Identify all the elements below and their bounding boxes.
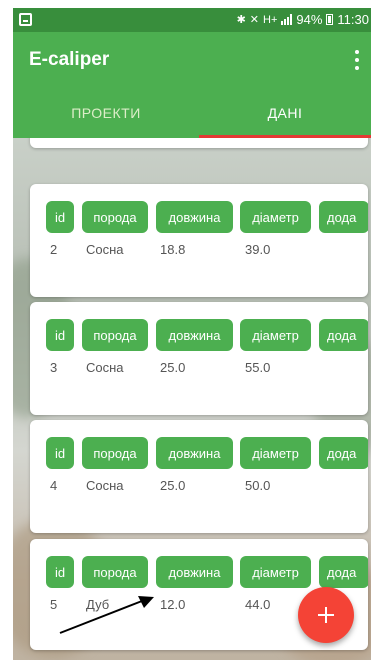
chip-species: порода <box>82 201 148 233</box>
tab-data[interactable]: ДАНІ <box>199 88 371 138</box>
bluetooth-icon: ✱ <box>236 14 246 26</box>
chip-extra: дода <box>319 556 368 588</box>
chip-species: порода <box>82 437 148 469</box>
value-diameter: 44.0 <box>245 597 271 612</box>
chip-extra: дода <box>319 201 368 233</box>
chip-extra: дода <box>319 319 368 351</box>
clock: 11:30 <box>337 12 369 27</box>
chip-extra: дода <box>319 437 368 469</box>
value-species: Сосна <box>86 242 124 257</box>
network-type: H+ <box>263 13 278 26</box>
value-id: 5 <box>50 597 58 612</box>
value-id: 3 <box>50 360 58 375</box>
value-length: 25.0 <box>160 360 186 375</box>
value-diameter: 50.0 <box>245 478 271 493</box>
value-id: 2 <box>50 242 58 257</box>
chip-length: довжина <box>156 201 233 233</box>
signal-icon <box>281 14 293 25</box>
value-diameter: 55.0 <box>245 360 271 375</box>
chip-species: порода <box>82 556 148 588</box>
value-id: 4 <box>50 478 58 493</box>
value-species: Сосна <box>86 360 124 375</box>
list-item[interactable]: id порода довжина діаметр дода 2 Сосна 1… <box>30 184 368 297</box>
value-species: Сосна <box>86 478 124 493</box>
chip-length: довжина <box>156 556 233 588</box>
battery-icon <box>326 14 334 25</box>
data-list[interactable]: id порода довжина діаметр дода 2 Сосна 1… <box>13 138 371 660</box>
value-length: 12.0 <box>160 597 186 612</box>
chip-length: довжина <box>156 319 233 351</box>
chip-diameter: діаметр <box>240 319 311 351</box>
chip-id: id <box>46 319 74 351</box>
phone-screen: ✱ ✕ H+ 94% 11:30 E-caliper ПРОЕКТИ ДАНІ … <box>13 8 371 660</box>
row-values: 3 Сосна 25.0 55.0 <box>30 360 368 378</box>
chip-id: id <box>46 201 74 233</box>
notification-icon <box>19 13 32 26</box>
value-length: 18.8 <box>160 242 186 257</box>
chip-length: довжина <box>156 437 233 469</box>
more-vert-icon[interactable] <box>351 50 363 70</box>
status-bar: ✱ ✕ H+ 94% 11:30 <box>13 8 371 32</box>
chip-diameter: діаметр <box>240 556 311 588</box>
app-title: E-caliper <box>29 49 110 70</box>
chip-id: id <box>46 437 74 469</box>
mute-icon: ✕ <box>249 14 260 26</box>
row-values: 4 Сосна 25.0 50.0 <box>30 478 368 496</box>
tab-projects[interactable]: ПРОЕКТИ <box>13 88 199 138</box>
tab-bar: ПРОЕКТИ ДАНІ <box>13 88 371 138</box>
list-item[interactable]: id порода довжина діаметр дода 3 Сосна 2… <box>30 302 368 415</box>
value-diameter: 39.0 <box>245 242 271 257</box>
chip-species: порода <box>82 319 148 351</box>
battery-percent: 94% <box>296 12 323 27</box>
chip-id: id <box>46 556 74 588</box>
chip-diameter: діаметр <box>240 437 311 469</box>
list-item[interactable]: id порода довжина діаметр дода 4 Сосна 2… <box>30 420 368 533</box>
app-bar: E-caliper <box>13 32 371 88</box>
status-icons: ✱ ✕ H+ 94% 11:30 <box>237 12 369 27</box>
list-item-partial[interactable] <box>30 138 368 148</box>
annotation-arrow-icon <box>59 596 154 634</box>
chip-diameter: діаметр <box>240 201 311 233</box>
add-fab-plus-icon[interactable] <box>298 587 354 643</box>
value-length: 25.0 <box>160 478 186 493</box>
row-values: 2 Сосна 18.8 39.0 <box>30 242 368 260</box>
